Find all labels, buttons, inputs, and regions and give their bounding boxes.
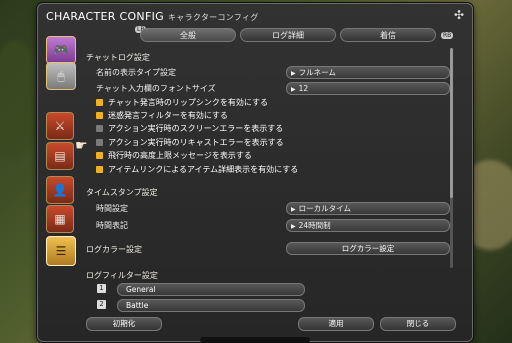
log-color-header: ログカラー設定	[86, 245, 142, 254]
scrollbar[interactable]	[450, 48, 453, 268]
checkbox-label: チャット発言時のリップシンクを有効にする	[108, 98, 268, 107]
filter-general-label: General	[126, 285, 156, 294]
filter-battle-label: Battle	[126, 301, 149, 310]
name-type-dropdown[interactable]: ▶ フルネーム	[286, 66, 450, 79]
tab-general[interactable]: 全般	[140, 28, 236, 42]
checkbox-label: アイテムリンクによるアイテム詳細表示を有効にする	[108, 165, 299, 174]
window-title-sub: キャラクターコンフィグ	[167, 13, 259, 22]
filter-battle-button[interactable]: Battle	[117, 299, 305, 312]
name-type-value: フルネーム	[298, 68, 336, 77]
window-title-text: CHARACTER CONFIG	[46, 10, 164, 23]
close-button[interactable]: 閉じる	[380, 317, 456, 331]
chat-log-icon[interactable]: ☰	[46, 236, 76, 266]
collapse-icon[interactable]: ✣	[452, 8, 466, 22]
checkbox-box[interactable]	[96, 139, 103, 146]
checkbox-label: アクション実行時のスクリーンエラーを表示する	[108, 124, 284, 133]
checkbox-item-link[interactable]: アイテムリンクによるアイテム詳細表示を有効にする	[96, 164, 298, 175]
crossed-swords-icon[interactable]: ⚔	[46, 112, 74, 140]
chat-log-header: チャットログ設定	[86, 53, 150, 62]
checkbox-box[interactable]	[96, 152, 103, 159]
time-setting-dropdown[interactable]: ▶ ローカルタイム	[286, 202, 450, 215]
checkbox-label: 迷惑発言フィルターを有効にする	[108, 111, 228, 120]
hand-pointer-icon: ☛	[75, 138, 88, 154]
character-icon[interactable]: 👤	[46, 176, 74, 204]
checkbox-recast-error[interactable]: アクション実行時のリキャストエラーを表示する	[96, 137, 284, 148]
time-setting-value: ローカルタイム	[298, 204, 351, 213]
rb-button-hint: RB	[441, 32, 454, 39]
apply-button[interactable]: 適用	[298, 317, 374, 331]
mouse-icon[interactable]: 🖱	[46, 62, 76, 90]
hotbar-strip	[200, 337, 310, 343]
checkbox-spam-filter[interactable]: 迷惑発言フィルターを有効にする	[96, 110, 228, 121]
timestamp-header: タイムスタンプ設定	[86, 188, 158, 197]
checkbox-label: 飛行時の高度上限メッセージを表示する	[108, 151, 252, 160]
log-filter-header: ログフィルター設定	[86, 271, 158, 280]
checkbox-box[interactable]	[96, 166, 103, 173]
name-type-label: 名前の表示タイプ設定	[96, 68, 176, 77]
checkbox-label: アクション実行時のリキャストエラーを表示する	[108, 138, 284, 147]
time-format-dropdown[interactable]: ▶ 24時間制	[286, 219, 450, 232]
time-setting-label: 時間設定	[96, 204, 128, 213]
key-2-icon: 2	[97, 300, 106, 309]
log-color-button[interactable]: ログカラー設定	[286, 242, 450, 255]
checkbox-box[interactable]	[96, 99, 103, 106]
checkbox-lip-sync[interactable]: チャット発言時のリップシンクを有効にする	[96, 97, 268, 108]
gamepad-icon[interactable]: 🎮	[46, 36, 76, 64]
font-size-label: チャット入力欄のフォントサイズ	[96, 84, 216, 93]
checkbox-altitude-message[interactable]: 飛行時の高度上限メッセージを表示する	[96, 150, 252, 161]
checkbox-box[interactable]	[96, 125, 103, 132]
time-format-label: 時間表記	[96, 221, 128, 230]
font-size-value: 12	[298, 84, 309, 93]
scrollbar-thumb[interactable]	[450, 48, 453, 198]
key-1-icon: 1	[97, 284, 106, 293]
time-format-value: 24時間制	[298, 221, 331, 230]
tab-log-details[interactable]: ログ詳細	[240, 28, 336, 42]
reset-button[interactable]: 初期化	[86, 317, 162, 331]
target-icon[interactable]: ▦	[46, 205, 74, 233]
checkbox-box[interactable]	[96, 112, 103, 119]
font-size-dropdown[interactable]: ▶ 12	[286, 82, 450, 95]
window-title: CHARACTER CONFIG キャラクターコンフィグ	[46, 10, 259, 23]
chat-window-icon[interactable]: ▤	[46, 142, 74, 170]
checkbox-screen-error[interactable]: アクション実行時のスクリーンエラーを表示する	[96, 123, 283, 134]
tab-bar: 全般 ログ詳細 着信	[138, 28, 438, 42]
tab-incoming[interactable]: 着信	[340, 28, 436, 42]
filter-general-button[interactable]: General	[117, 283, 305, 296]
